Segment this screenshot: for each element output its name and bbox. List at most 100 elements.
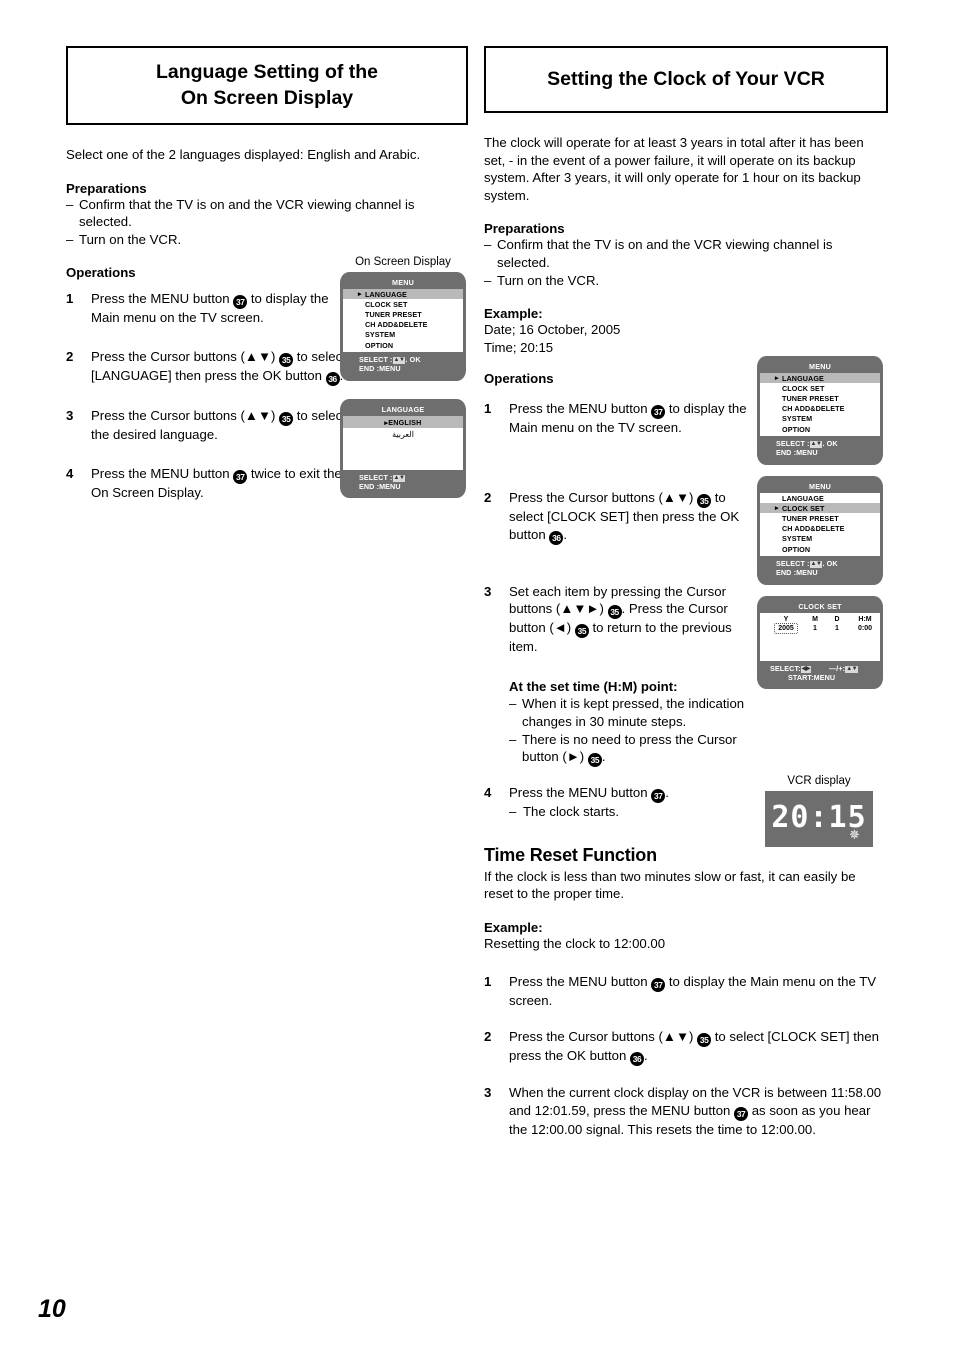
vcr-display-caption: VCR display bbox=[787, 775, 851, 787]
updown-arrow-icon: ▲▼ bbox=[809, 561, 823, 569]
left-preparations-list: – Confirm that the TV is on and the VCR … bbox=[66, 196, 468, 249]
osd-footer-end-label: END :MENU bbox=[776, 448, 818, 458]
step-number: 2 bbox=[484, 489, 492, 505]
button-badge-37: 37 bbox=[651, 789, 666, 804]
osd-menu-item-system: SYSTEM bbox=[782, 414, 813, 424]
right-column: Setting the Clock of Your VCR The clock … bbox=[484, 46, 888, 1138]
button-badge-37: 37 bbox=[651, 405, 666, 420]
updown-arrow-icon: ▲▼ bbox=[392, 475, 406, 482]
clockset-value-year-wrap: 2005 bbox=[768, 623, 804, 634]
page-number: 10 bbox=[38, 1295, 66, 1323]
step-substep: – The clock starts. bbox=[509, 803, 749, 821]
set-time-block: At the set time (H:M) point: – When it i… bbox=[509, 678, 754, 768]
list-item-text: Confirm that the TV is on and the VCR vi… bbox=[497, 237, 833, 270]
osd-menu-list: ▸ LANGUAGE CLOCK SET TUNER PRESET CH ADD&… bbox=[343, 289, 463, 353]
osd-footer: SELECT :▲▼. OK END :MENU bbox=[760, 436, 880, 460]
osd-menu-item-ch-add-delete: CH ADD&DELETE bbox=[782, 404, 845, 414]
step-substep-text: The clock starts. bbox=[523, 804, 620, 820]
time-reset-step-1: 1 Press the MENU button 37 to display th… bbox=[484, 973, 888, 1010]
osd-screen-menu-language: On Screen Display MENU ▸ LANGUAGE CLOCK S… bbox=[340, 256, 466, 381]
osd-clockset-title: CLOCK SET bbox=[798, 602, 842, 611]
osd-language-item-english: ▸ENGLISH bbox=[343, 416, 463, 428]
osd-footer-select-label: SELECT : bbox=[359, 473, 393, 482]
osd-screen-clock-set: CLOCK SET Y M D H:M 2005 1 1 0:00 SELECT… bbox=[757, 596, 883, 690]
list-item: – When it is kept pressed, the indicatio… bbox=[509, 695, 754, 730]
clockset-value-day: 1 bbox=[835, 625, 839, 632]
osd-screen-menu-language-right: MENU ▸ LANGUAGE CLOCK SET TUNER PRESET CH… bbox=[757, 356, 883, 465]
right-example-heading: Example: bbox=[484, 306, 543, 322]
caret-icon: ▸ bbox=[358, 290, 362, 298]
clockset-footer-start-label: START:MENU bbox=[788, 673, 836, 683]
osd-footer-select-label: SELECT : bbox=[776, 439, 810, 449]
dash-marker: – bbox=[509, 731, 517, 747]
list-item: – Turn on the VCR. bbox=[484, 272, 888, 290]
left-section-title-line2: On Screen Display bbox=[180, 87, 354, 109]
step-text: Press the MENU button 37 to display the … bbox=[509, 974, 877, 1009]
button-badge-37: 37 bbox=[734, 1106, 749, 1121]
osd-footer-end-label: END :MENU bbox=[776, 568, 818, 578]
button-badge-35b: 35 bbox=[574, 624, 589, 639]
step-number: 3 bbox=[66, 407, 74, 423]
time-reset-step-2: 2 Press the Cursor buttons (▲▼) 35 to se… bbox=[484, 1028, 888, 1067]
osd-footer: SELECT :▲▼. OK END :MENU bbox=[760, 556, 880, 580]
button-badge-37: 37 bbox=[651, 978, 666, 993]
left-step-3: 3 Press the Cursor buttons (▲▼) 35 to se… bbox=[66, 407, 351, 444]
updown-arrow-icon: ▲▼ bbox=[845, 666, 859, 673]
clockset-footer-plusminus-label: —/+: bbox=[829, 664, 846, 673]
right-preparations-list: – Confirm that the TV is on and the VCR … bbox=[484, 236, 888, 289]
time-reset-step-3: 3 When the current clock display on the … bbox=[484, 1084, 888, 1138]
button-badge-35: 35 bbox=[279, 352, 294, 367]
osd-footer: SELECT :▲▼ END :MENU bbox=[343, 470, 463, 494]
time-reset-intro: If the clock is less than two minutes sl… bbox=[484, 868, 856, 902]
left-preparations-heading: Preparations bbox=[66, 180, 147, 196]
step-text: Press the MENU button 37 twice to exit t… bbox=[91, 465, 342, 500]
step-text: When the current clock display on the VC… bbox=[509, 1085, 882, 1137]
list-item-text: There is no need to press the Cursor but… bbox=[522, 731, 737, 768]
vcr-display-panel: 20:15 ✵ bbox=[765, 791, 873, 847]
osd-footer-end-label: END :MENU bbox=[359, 482, 401, 492]
osd-caption: On Screen Display bbox=[355, 256, 451, 268]
button-badge-35: 35 bbox=[697, 493, 712, 508]
osd-menu-item-option: OPTION bbox=[365, 340, 394, 350]
time-reset-heading: Time Reset Function bbox=[484, 844, 657, 865]
leftright-arrow-icon: ◀▶ bbox=[800, 666, 811, 673]
manual-page: Language Setting of the On Screen Displa… bbox=[0, 0, 954, 1351]
right-preparations-heading: Preparations bbox=[484, 221, 565, 237]
clockset-header-month: M bbox=[812, 616, 818, 623]
step-text: Set each item by pressing the Cursor but… bbox=[509, 583, 732, 655]
tv-graphic: LANGUAGE ▸ENGLISH العربية SELECT :▲▼ END… bbox=[340, 399, 466, 499]
dash-marker: – bbox=[66, 196, 74, 212]
osd-menu-item-system: SYSTEM bbox=[782, 534, 813, 544]
left-step-1: 1 Press the MENU button 37 to display th… bbox=[66, 290, 351, 327]
clockset-value-month: 1 bbox=[813, 625, 817, 632]
osd-menu-title: MENU bbox=[809, 482, 831, 491]
set-time-heading: At the set time (H:M) point: bbox=[509, 678, 678, 694]
list-item: – Turn on the VCR. bbox=[66, 231, 468, 249]
osd-screen-menu-clockset: MENU LANGUAGE ▸ CLOCK SET TUNER PRESET CH… bbox=[757, 476, 883, 585]
osd-menu-item-language: LANGUAGE bbox=[782, 493, 824, 503]
left-step-4: 4 Press the MENU button 37 twice to exit… bbox=[66, 465, 351, 502]
clockset-value-year: 2005 bbox=[774, 623, 798, 634]
right-intro-text: The clock will operate for at least 3 ye… bbox=[484, 135, 864, 203]
list-item: – Confirm that the TV is on and the VCR … bbox=[66, 196, 468, 231]
step-number: 4 bbox=[66, 465, 74, 481]
button-badge-35: 35 bbox=[279, 411, 294, 426]
updown-arrow-icon: ▲▼ bbox=[809, 441, 823, 449]
right-section-title: Setting the Clock of Your VCR bbox=[484, 46, 888, 113]
right-step-1: 1 Press the MENU button 37 to display th… bbox=[484, 400, 754, 437]
vcr-display-graphic: VCR display 20:15 ✵ bbox=[765, 775, 873, 847]
blink-indicator-icon bbox=[774, 623, 798, 634]
osd-footer-end-label: END :MENU bbox=[359, 364, 401, 374]
osd-menu-title: MENU bbox=[392, 278, 414, 287]
step-number: 2 bbox=[484, 1029, 492, 1045]
step-number: 4 bbox=[484, 785, 492, 801]
step-number: 1 bbox=[484, 974, 492, 990]
list-item-text: Turn on the VCR. bbox=[79, 231, 182, 247]
osd-menu-item-ch-add-delete: CH ADD&DELETE bbox=[365, 320, 428, 330]
clockset-value-hm: 0:00 bbox=[857, 625, 872, 632]
osd-language-title: LANGUAGE bbox=[381, 405, 425, 414]
left-intro-text: Select one of the 2 languages displayed:… bbox=[66, 147, 421, 162]
button-badge-35: 35 bbox=[607, 605, 622, 620]
step-text: Press the MENU button 37 to display the … bbox=[91, 291, 329, 326]
button-badge-37: 37 bbox=[233, 295, 248, 310]
